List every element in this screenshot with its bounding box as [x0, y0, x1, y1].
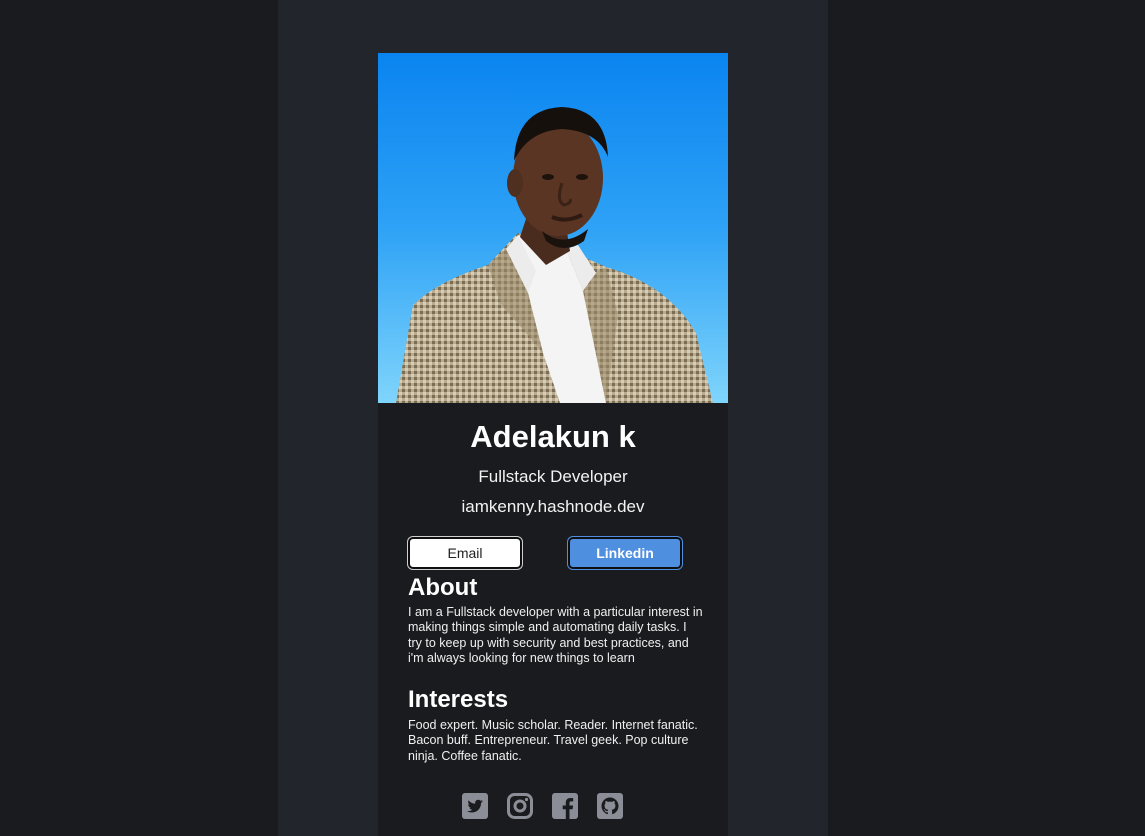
profile-card: Adelakun k Fullstack Developer iamkenny.…: [378, 53, 728, 836]
profile-role: Fullstack Developer: [478, 467, 628, 486]
social-links: [462, 793, 642, 819]
about-text: I am a Fullstack developer with a partic…: [408, 605, 703, 666]
linkedin-button[interactable]: Linkedin: [568, 537, 682, 569]
email-button[interactable]: Email: [408, 537, 522, 569]
github-icon[interactable]: [597, 793, 623, 819]
interests-heading: Interests: [408, 686, 509, 713]
profile-name: Adelakun k: [470, 419, 636, 454]
facebook-icon[interactable]: [552, 793, 578, 819]
interests-text: Food expert. Music scholar. Reader. Inte…: [408, 718, 698, 763]
portrait-illustration: [396, 107, 713, 403]
about-heading: About: [408, 574, 478, 601]
instagram-icon[interactable]: [507, 793, 533, 819]
profile-photo: [378, 53, 728, 403]
profile-website[interactable]: iamkenny.hashnode.dev: [378, 496, 728, 518]
twitter-icon[interactable]: [462, 793, 488, 819]
